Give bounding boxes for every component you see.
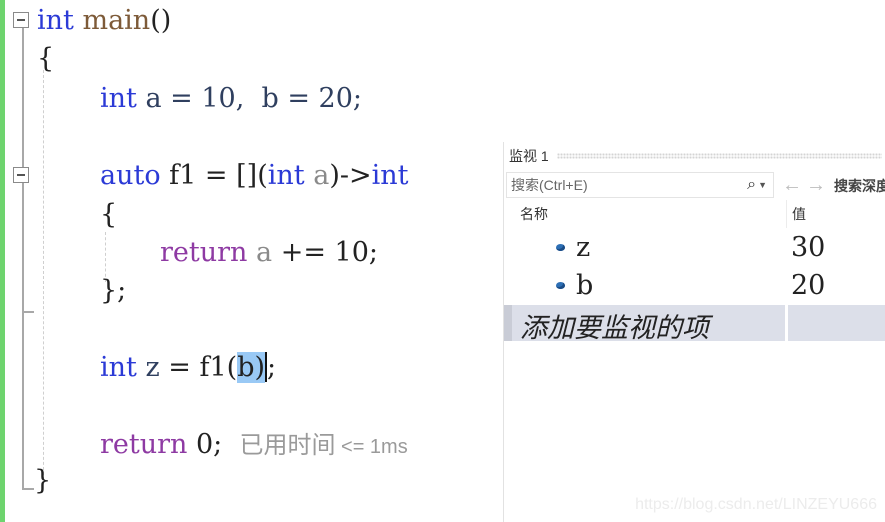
code-line-return[interactable]: return 0; 已用时间 <= 1ms — [100, 428, 408, 464]
code-line-lambda-return[interactable]: return a += 10; — [160, 236, 378, 270]
watch-row-value[interactable]: 30 — [791, 232, 825, 263]
code-line-open-brace[interactable]: { — [37, 42, 54, 76]
watch-row[interactable]: z 30 — [504, 230, 885, 268]
code-line-declaration[interactable]: int a = 10, b = 20; — [100, 82, 362, 116]
parameter: a — [247, 237, 273, 268]
function-name: main — [82, 5, 151, 36]
search-depth-label: 搜索深度 — [834, 178, 885, 194]
code-line-lambda-close[interactable]: }; — [100, 274, 126, 308]
keyword: auto — [100, 160, 161, 191]
keyword: int — [37, 5, 74, 36]
column-header-value[interactable]: 值 — [792, 200, 806, 228]
watch-row-name: b — [576, 270, 594, 301]
watch-search-box: ⌕ ▼ — [506, 172, 774, 198]
watch-row[interactable]: b 20 — [504, 268, 885, 306]
variable: z — [136, 352, 160, 383]
parameter: a — [304, 160, 330, 191]
watch-search-input[interactable] — [507, 176, 748, 194]
watermark: https://blog.csdn.net/LINZEYU666 — [635, 496, 877, 513]
code-line-close-brace[interactable]: } — [34, 464, 51, 498]
collapse-lambda-toggle[interactable] — [13, 167, 29, 183]
code-text: f1 = []( — [160, 160, 268, 191]
column-divider — [785, 305, 788, 341]
column-header-name[interactable]: 名称 — [520, 200, 548, 228]
search-icon[interactable]: ⌕ — [747, 176, 756, 194]
search-forward-button[interactable]: → — [806, 174, 826, 196]
code-text: )-> — [329, 160, 372, 191]
code-text: += 10; — [272, 237, 378, 268]
watch-row-value[interactable]: 20 — [791, 270, 825, 301]
perf-tip-label: 已用时间 — [239, 432, 336, 459]
column-divider[interactable] — [786, 200, 787, 228]
keyword: return — [100, 429, 188, 460]
outline-line-main — [22, 28, 24, 488]
keyword: int — [267, 160, 305, 191]
perf-tip[interactable]: 已用时间 <= 1ms — [239, 432, 407, 459]
outline-end-lambda — [22, 311, 34, 313]
indent-guide — [43, 70, 44, 480]
add-watch-item-placeholder[interactable]: 添加要监视的项 — [520, 306, 709, 345]
add-watch-item-row[interactable]: 添加要监视的项 — [504, 305, 885, 344]
code-text: = f1( — [159, 352, 238, 383]
keyword: int — [100, 83, 137, 114]
chevron-down-icon[interactable]: ▼ — [758, 180, 767, 190]
code-text: ; — [267, 352, 277, 383]
code-line-main-signature[interactable]: int main() — [37, 4, 171, 38]
watch-panel-title: 监视 1 — [509, 148, 549, 164]
code-text: () — [150, 5, 172, 36]
code-line-lambda[interactable]: auto f1 = [](int a)->int — [100, 159, 408, 193]
watch-panel: 监视 1 ⌕ ▼ ← → 搜索深度 名称 值 z 30 b 20 添加要监视的项 — [503, 142, 885, 522]
watch-panel-title-bar[interactable]: 监视 1 — [504, 142, 885, 170]
text-selection[interactable]: b) — [237, 352, 266, 383]
keyword: int — [100, 352, 137, 383]
keyword: int — [371, 160, 409, 191]
outline-end-main — [22, 488, 34, 490]
variable-icon — [556, 244, 565, 251]
code-line-lambda-open[interactable]: { — [100, 198, 117, 232]
change-tracking-bar — [0, 0, 5, 522]
watch-row-name: z — [576, 232, 591, 263]
drag-grip[interactable] — [556, 153, 882, 159]
code-line-call[interactable]: int z = f1(b); — [100, 351, 276, 385]
search-back-button[interactable]: ← — [782, 174, 802, 196]
collapse-main-toggle[interactable] — [13, 12, 29, 28]
row-stub — [504, 305, 512, 341]
variable-icon — [556, 282, 565, 289]
code-text: 0; — [187, 429, 223, 460]
keyword: return — [160, 237, 248, 268]
perf-tip-value: <= 1ms — [335, 436, 408, 458]
code-text: a = 10, b = 20; — [136, 83, 362, 114]
